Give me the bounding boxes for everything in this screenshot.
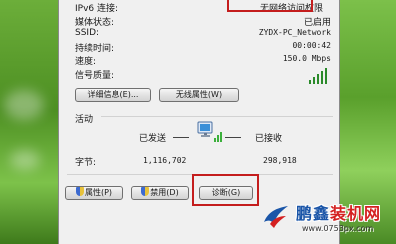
properties-button[interactable]: 属性(P) [65,186,123,200]
bytes-received-value: 298,918 [263,156,297,165]
activity-title: 活动 [75,115,94,125]
ssid-label: SSID: [75,28,100,38]
speed-label: 速度: [75,57,97,67]
ssid-value: ZYDX-PC_Network [258,28,331,37]
uac-shield-icon [141,187,150,196]
bytes-label: 字节: [75,158,97,168]
watermark-brand: 鹏鑫装机网 [296,200,381,224]
properties-button-label: 属性(P) [84,188,113,197]
sent-label: 已发送 [139,134,167,144]
watermark-brand-part2: 装机网 [330,204,382,223]
received-label: 已接收 [255,134,283,144]
desktop-background-left [0,0,58,244]
speed-value: 150.0 Mbps [282,54,331,63]
media-value: 已启用 [303,18,331,28]
disable-button-label: 禁用(D) [150,188,179,197]
ssid-row: SSID: ZYDX-PC_Network [75,28,331,40]
site-watermark: 鹏鑫装机网 www.0753px.com [262,196,396,244]
received-dash [225,137,241,138]
bytes-sent-value: 1,116,702 [143,156,187,165]
media-label: 媒体状态: [75,18,115,28]
activity-divider [101,116,333,117]
watermark-url: www.0753px.com [302,224,374,233]
media-row: 媒体状态: 已启用 [75,15,331,28]
signal-strength-icon [309,68,327,84]
sent-dash [173,137,189,138]
signal-row: 信号质量: [75,68,331,86]
duration-label: 持续时间: [75,44,115,54]
uac-shield-icon [75,187,84,196]
duration-row: 持续时间: 00:00:42 [75,41,331,54]
ipv6-label: IPv6 连接: [75,4,119,14]
speed-row: 速度: 150.0 Mbps [75,54,331,67]
diagnose-button[interactable]: 诊断(G) [199,186,253,200]
ipv6-highlight-frame [227,0,313,12]
details-button[interactable]: 详细信息(E)... [75,88,151,102]
network-computer-icon [197,121,222,142]
duration-value: 00:00:42 [292,41,331,50]
disable-button[interactable]: 禁用(D) [131,186,189,200]
watermark-brand-part1: 鹏鑫 [296,204,331,223]
bird-logo-icon [264,206,288,228]
wireless-properties-button[interactable]: 无线属性(W) [159,88,239,102]
signal-label: 信号质量: [75,71,115,81]
